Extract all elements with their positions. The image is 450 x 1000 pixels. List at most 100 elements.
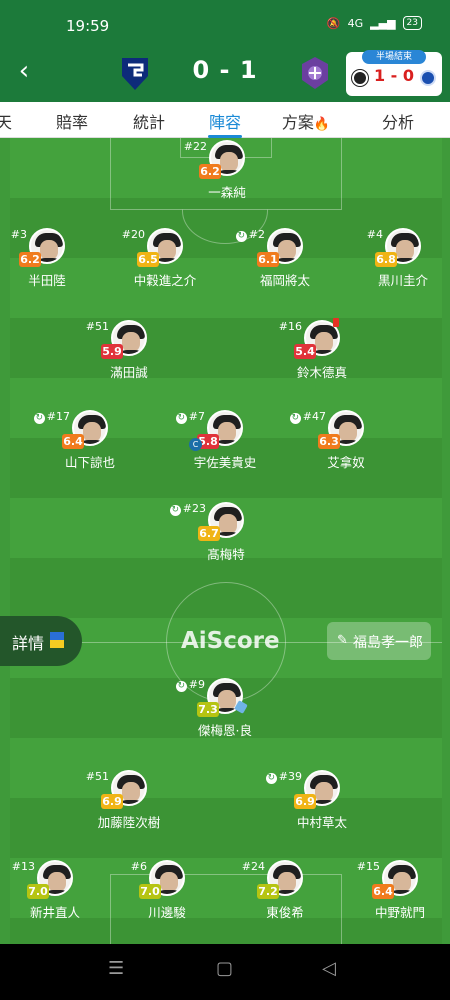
player-name: 東俊希 (266, 905, 304, 920)
player-name: 髙梅特 (207, 547, 245, 562)
newcastle-crest-icon (352, 70, 368, 86)
red-card-icon (333, 318, 339, 327)
player-name: 中穀進之介 (133, 273, 197, 288)
player-card[interactable]: #51 6.9 加藤陸次樹 (64, 770, 194, 850)
gamba-osaka-crest-icon[interactable] (120, 56, 150, 90)
player-name: 艾拿奴 (327, 455, 365, 470)
player-name: 福岡將太 (259, 273, 310, 288)
player-card[interactable]: #24 7.2 東俊希 (220, 860, 350, 940)
substitution-icon: ↻ (33, 413, 45, 424)
player-name: 中野就門 (374, 905, 425, 920)
player-rating: 6.2 (19, 252, 41, 267)
player-name: 加藤陸次樹 (97, 815, 161, 830)
player-card[interactable]: #6 7.0 川邊駿 (102, 860, 232, 940)
player-name: 宇佐美貴史 (193, 455, 257, 470)
substitution-icon: ↻ (265, 773, 277, 784)
tab-lineup[interactable]: 陣容 (209, 109, 241, 133)
status-bar: 19:59 🔕 4G ▂▄▆ 23 (0, 0, 450, 46)
fire-icon: 🔥 (313, 117, 331, 132)
player-number: ↻ #9 (175, 678, 205, 692)
player-rating: 6.8 (375, 252, 397, 267)
player-number: #22 (183, 140, 207, 153)
player-name: 滿田誠 (110, 365, 148, 380)
tab-bar: 天 賠率 統計 陣容 方案🔥 分析 (0, 102, 450, 138)
chevron-left-icon[interactable]: ‹ (10, 56, 38, 86)
player-card[interactable]: ↻ #39 6.9 中村草太 (257, 770, 387, 850)
player-number: #15 (356, 860, 380, 873)
player-name: 傑梅恩·良 (198, 723, 252, 738)
player-rating: 6.3 (318, 434, 340, 449)
player-card[interactable]: #3 6.2 半田陸 (0, 228, 112, 308)
tab-stats[interactable]: 統計 (133, 109, 165, 133)
player-name: 山下諒也 (64, 455, 115, 470)
player-card[interactable]: #20 6.5 中穀進之介 (100, 228, 230, 308)
player-number: #13 (11, 860, 35, 873)
menu-icon[interactable]: ☰ (108, 958, 124, 979)
player-rating: 6.9 (101, 794, 123, 809)
player-card[interactable]: ↻ #2 6.1 福岡將太 (220, 228, 350, 308)
mini-match-score: 1 - 0 (373, 66, 415, 85)
player-card[interactable]: #16 5.4 鈴木德真 (257, 318, 387, 400)
chelsea-crest-icon (420, 70, 436, 86)
player-rating: 6.9 (294, 794, 316, 809)
match-status-tag: 半場結束 (362, 50, 426, 64)
tab-prev[interactable]: 天 (0, 109, 12, 133)
player-rating: 7.0 (27, 884, 49, 899)
wifi-icon: ▂▄▆ (370, 16, 396, 30)
referee-badge[interactable]: ✎ 福島孝一郎 (327, 622, 431, 660)
player-card[interactable]: #4 6.8 黒川圭介 (338, 228, 450, 308)
player-rating: 6.4 (62, 434, 84, 449)
referee-name: 福島孝一郎 (353, 635, 423, 651)
player-card[interactable]: #22 6.2 一森純 (162, 140, 292, 220)
ukraine-flag-icon (50, 632, 64, 648)
player-number: ↻ #39 (265, 770, 302, 784)
battery-icon: 23 (402, 16, 422, 30)
player-number: #3 (10, 228, 27, 241)
player-number: #51 (85, 320, 109, 333)
player-number: ↻ #7 (175, 410, 205, 424)
player-number: ↻ #23 (169, 502, 206, 516)
details-button[interactable]: 詳情 (0, 616, 82, 666)
player-name: 中村草太 (296, 815, 347, 830)
tab-plans[interactable]: 方案🔥 (282, 109, 330, 133)
player-rating: 6.7 (198, 526, 220, 541)
tab-analysis[interactable]: 分析 (382, 109, 414, 133)
substitution-icon: ↻ (289, 413, 301, 424)
triangle-back-icon[interactable]: ◁ (322, 958, 336, 979)
player-rating: 7.2 (257, 884, 279, 899)
player-rating: 6.5 (137, 252, 159, 267)
player-card[interactable]: #15 6.4 中野就門 (335, 860, 450, 940)
player-rating: 7.0 (139, 884, 161, 899)
player-number: #6 (130, 860, 147, 873)
substitution-icon: ↻ (175, 681, 187, 692)
player-number: ↻ #2 (235, 228, 265, 242)
mini-match-card[interactable]: 半場結束 1 - 0 (346, 50, 442, 96)
player-rating: 5.4 (294, 344, 316, 359)
player-number: ↻ #47 (289, 410, 326, 424)
status-icons: 🔕 4G ▂▄▆ 23 (327, 16, 422, 30)
tab-odds[interactable]: 賠率 (56, 109, 88, 133)
substitution-icon: ↻ (169, 505, 181, 516)
player-name: 鈴木德真 (296, 365, 347, 380)
sanfrecce-hiroshima-crest-icon[interactable] (300, 56, 330, 90)
player-number: #24 (241, 860, 265, 873)
match-header: ‹ 0 - 1 半場結束 1 - 0 (0, 46, 450, 102)
details-label: 詳情 (12, 634, 45, 653)
signal-icon: 4G (347, 16, 364, 30)
player-name: 川邊駿 (148, 905, 186, 920)
app-root: 19:59 🔕 4G ▂▄▆ 23 ‹ 0 - 1 半場結束 1 - 0 天 賠… (0, 0, 450, 1000)
square-home-icon[interactable]: ▢ (216, 958, 233, 979)
player-rating: 6.1 (257, 252, 279, 267)
status-time: 19:59 (66, 17, 110, 35)
player-rating: 5.9 (101, 344, 123, 359)
match-score: 0 - 1 (192, 56, 258, 84)
player-rating: 6.2 (199, 164, 221, 179)
player-card[interactable]: ↻ #47 6.3 艾拿奴 (281, 410, 411, 490)
player-name: 一森純 (208, 185, 246, 200)
player-card[interactable]: ↻ #7 5.8 C 宇佐美貴史 (160, 410, 290, 490)
whistle-icon: ✎ (337, 633, 348, 648)
player-card[interactable]: #51 5.9 滿田誠 (64, 320, 194, 400)
player-card[interactable]: ↻ #17 6.4 山下諒也 (25, 410, 155, 490)
player-card[interactable]: ↻ #23 6.7 髙梅特 (161, 502, 291, 582)
player-card[interactable]: ↻ #9 7.3 傑梅恩·良 (160, 678, 290, 758)
